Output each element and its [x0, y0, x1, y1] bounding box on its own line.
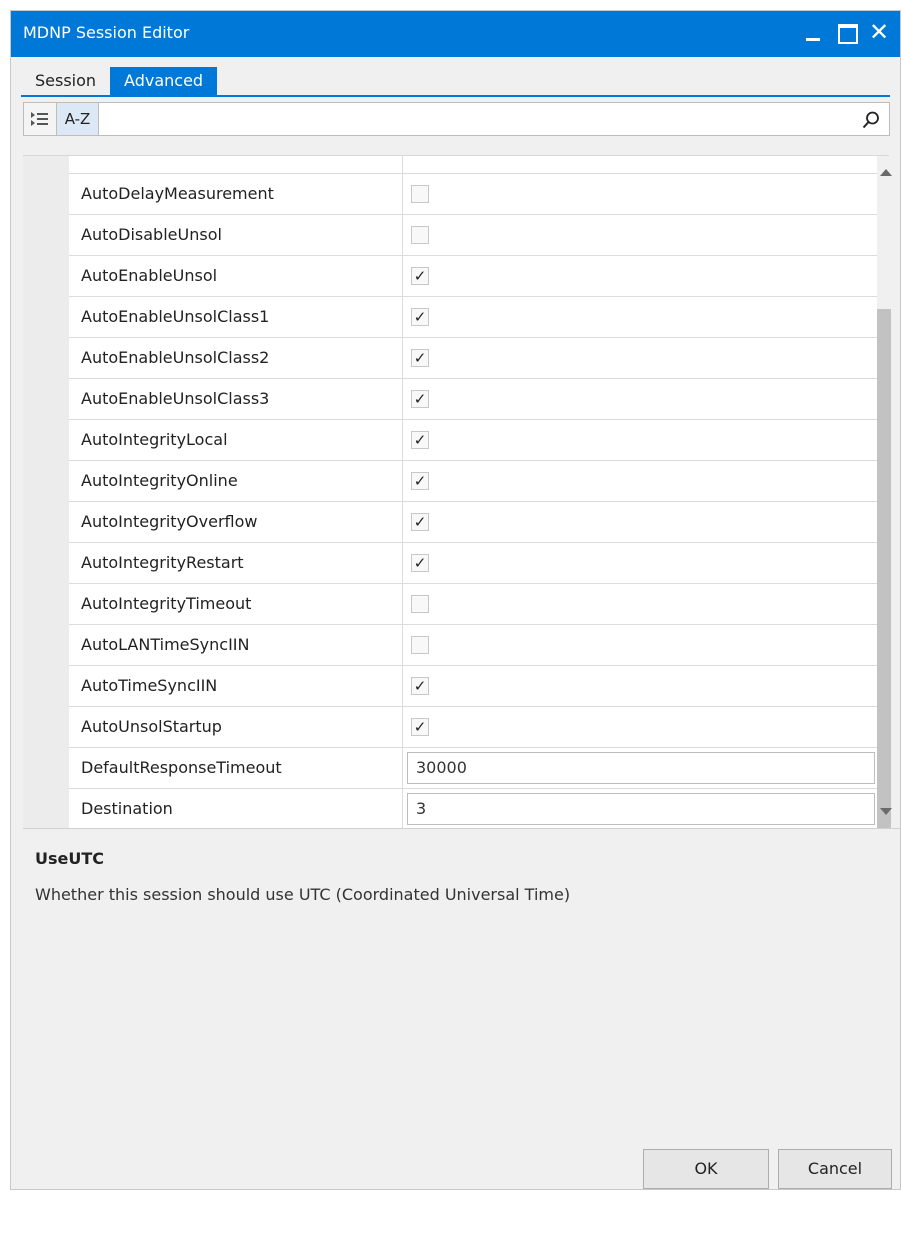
property-checkbox[interactable]: [411, 226, 429, 244]
property-name: AutoTimeSyncIIN: [81, 676, 218, 695]
scroll-down-arrow-icon[interactable]: [880, 808, 892, 815]
property-checkbox[interactable]: ✓: [411, 267, 429, 285]
property-checkbox[interactable]: ✓: [411, 718, 429, 736]
window-title: MDNP Session Editor: [23, 23, 190, 42]
property-name: AutoEnableUnsolClass3: [81, 389, 270, 408]
column-divider: [402, 502, 403, 542]
column-divider: [402, 584, 403, 624]
column-divider: [402, 379, 403, 419]
property-row[interactable]: [69, 156, 877, 174]
property-name: AutoIntegrityRestart: [81, 553, 244, 572]
property-grid-toolbar: A-Z: [23, 102, 890, 136]
column-divider: [402, 707, 403, 747]
title-bar[interactable]: MDNP Session Editor ✕: [11, 11, 900, 57]
categorized-view-button[interactable]: [23, 102, 57, 136]
property-checkbox[interactable]: ✓: [411, 308, 429, 326]
property-checkbox[interactable]: ✓: [411, 472, 429, 490]
property-row[interactable]: AutoDisableUnsol: [69, 215, 877, 256]
property-grid: AutoDelayMeasurement AutoDisableUnsol Auto…: [23, 155, 889, 828]
property-checkbox[interactable]: [411, 595, 429, 613]
description-title: UseUTC: [35, 849, 105, 868]
column-divider: [402, 338, 403, 378]
property-name: AutoDelayMeasurement: [81, 184, 274, 203]
property-row[interactable]: AutoEnableUnsolClass1 ✓: [69, 297, 877, 338]
property-row[interactable]: AutoEnableUnsolClass2 ✓: [69, 338, 877, 379]
property-name: AutoUnsolStartup: [81, 717, 222, 736]
search-box: [99, 102, 890, 136]
property-name: AutoIntegrityOnline: [81, 471, 238, 490]
property-name: Destination: [81, 799, 173, 818]
property-row[interactable]: AutoLANTimeSyncIIN: [69, 625, 877, 666]
window-controls: ✕: [802, 17, 892, 47]
column-divider: [402, 420, 403, 460]
description-text: Whether this session should use UTC (Coo…: [35, 885, 571, 904]
column-divider: [402, 297, 403, 337]
minimize-icon[interactable]: [802, 17, 828, 47]
property-checkbox[interactable]: ✓: [411, 554, 429, 572]
search-input[interactable]: [99, 103, 889, 135]
cancel-button[interactable]: Cancel: [778, 1149, 892, 1189]
column-divider: [402, 543, 403, 583]
property-row[interactable]: AutoIntegrityRestart ✓: [69, 543, 877, 584]
column-divider: [402, 215, 403, 255]
description-panel: UseUTC Whether this session should use U…: [23, 828, 900, 1140]
property-name: AutoDisableUnsol: [81, 225, 222, 244]
property-row[interactable]: AutoIntegrityOnline ✓: [69, 461, 877, 502]
column-divider: [402, 174, 403, 214]
property-row[interactable]: AutoIntegrityLocal ✓: [69, 420, 877, 461]
property-value-field[interactable]: 30000: [407, 752, 875, 784]
property-name: DefaultResponseTimeout: [81, 758, 282, 777]
close-icon[interactable]: ✕: [866, 17, 892, 47]
property-row[interactable]: AutoEnableUnsolClass3 ✓: [69, 379, 877, 420]
property-row[interactable]: DefaultResponseTimeout 30000: [69, 748, 877, 789]
property-checkbox[interactable]: ✓: [411, 390, 429, 408]
property-row[interactable]: AutoIntegrityOverflow ✓: [69, 502, 877, 543]
property-row[interactable]: AutoIntegrityTimeout: [69, 584, 877, 625]
property-name: AutoIntegrityLocal: [81, 430, 228, 449]
property-checkbox[interactable]: ✓: [411, 431, 429, 449]
property-checkbox[interactable]: ✓: [411, 677, 429, 695]
ok-button[interactable]: OK: [643, 1149, 769, 1189]
tab-advanced[interactable]: Advanced: [110, 67, 218, 95]
property-name: AutoEnableUnsol: [81, 266, 218, 285]
property-checkbox[interactable]: [411, 636, 429, 654]
property-checkbox[interactable]: ✓: [411, 349, 429, 367]
property-name: AutoEnableUnsolClass1: [81, 307, 270, 326]
property-value-field[interactable]: 3: [407, 793, 875, 825]
tab-strip: Session Advanced: [21, 67, 218, 95]
column-divider: [402, 666, 403, 706]
categorized-list-icon: [31, 112, 48, 126]
alphabetical-sort-button[interactable]: A-Z: [57, 102, 99, 136]
column-divider: [402, 625, 403, 665]
vertical-scrollbar[interactable]: [874, 155, 898, 864]
property-row[interactable]: AutoEnableUnsol ✓: [69, 256, 877, 297]
column-divider: [402, 748, 403, 788]
grid-gutter: [23, 156, 69, 828]
scroll-up-arrow-icon[interactable]: [880, 169, 892, 176]
session-editor-window: MDNP Session Editor ✕ Session Advanced A…: [10, 10, 901, 1190]
column-divider: [402, 461, 403, 501]
tab-underline: [21, 95, 890, 97]
property-row[interactable]: AutoTimeSyncIIN ✓: [69, 666, 877, 707]
property-checkbox[interactable]: ✓: [411, 513, 429, 531]
property-name: AutoIntegrityOverflow: [81, 512, 258, 531]
scroll-thumb[interactable]: [877, 309, 891, 864]
maximize-icon[interactable]: [834, 17, 860, 47]
search-icon[interactable]: [861, 110, 881, 130]
property-row[interactable]: AutoDelayMeasurement: [69, 174, 877, 215]
property-name: AutoEnableUnsolClass2: [81, 348, 270, 367]
column-divider: [402, 256, 403, 296]
column-divider: [402, 156, 403, 173]
tab-session[interactable]: Session: [21, 67, 110, 95]
property-row[interactable]: Destination 3: [69, 789, 877, 828]
property-name: AutoLANTimeSyncIIN: [81, 635, 250, 654]
column-divider: [402, 789, 403, 828]
property-row[interactable]: AutoUnsolStartup ✓: [69, 707, 877, 748]
property-name: AutoIntegrityTimeout: [81, 594, 252, 613]
property-checkbox[interactable]: [411, 185, 429, 203]
